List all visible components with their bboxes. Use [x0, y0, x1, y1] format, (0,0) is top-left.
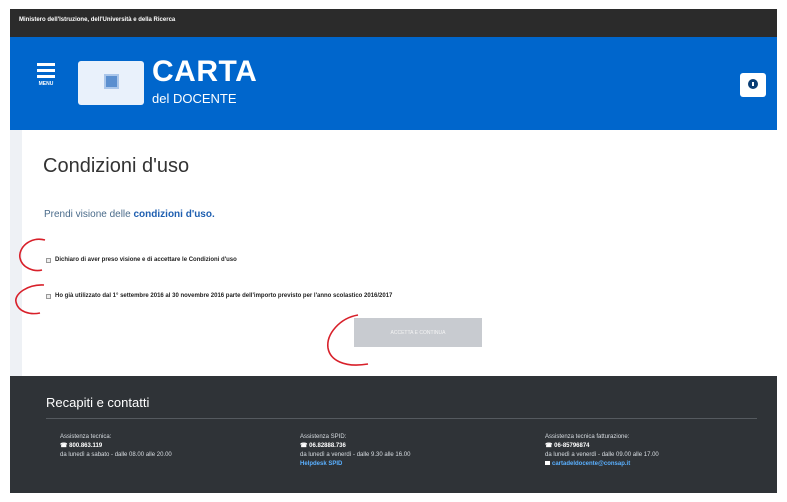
- email-link[interactable]: cartadeldocente@consap.it: [552, 461, 630, 467]
- contact-label: Assistenza tecnica fatturazione:: [545, 434, 630, 440]
- ministry-bar: Ministero dell'Istruzione, dell'Universi…: [10, 9, 777, 37]
- contact-billing: Assistenza tecnica fatturazione: ☎ 06-85…: [545, 433, 659, 469]
- already-used-checkbox[interactable]: [46, 293, 51, 299]
- site-footer: Recapiti e contatti Assistenza tecnica: …: [10, 376, 777, 493]
- menu-label: MENU: [38, 81, 54, 87]
- accept-continue-button[interactable]: ACCETTA E CONTINUA: [354, 318, 482, 347]
- helpdesk-spid-link[interactable]: Helpdesk SPID: [300, 460, 410, 469]
- contact-spid: Assistenza SPID: ☎ 06.82888.736 da luned…: [300, 433, 410, 469]
- page-title: Condizioni d'uso: [43, 155, 190, 177]
- terms-link[interactable]: condizioni d'uso.: [134, 209, 215, 220]
- already-used-row: Ho già utilizzato dal 1° settembre 2016 …: [46, 293, 392, 299]
- accept-terms-checkbox[interactable]: [46, 257, 51, 263]
- intro-label: Prendi visione delle: [44, 209, 131, 220]
- hamburger-icon: [37, 63, 55, 66]
- logo-title: CARTA: [152, 55, 258, 88]
- ministry-name: Ministero dell'Istruzione, dell'Universi…: [19, 17, 176, 23]
- email-icon: [545, 461, 550, 466]
- contact-hours: da lunedì a venerdì - dalle 09.00 alle 1…: [545, 452, 659, 458]
- contact-technical: Assistenza tecnica: ☎ 800.863.119 da lun…: [60, 433, 172, 460]
- contact-label: Assistenza tecnica:: [60, 434, 112, 440]
- accept-terms-row: Dichiaro di aver preso visione e di acce…: [46, 257, 237, 263]
- accept-terms-label: Dichiaro di aver preso visione e di acce…: [55, 257, 237, 263]
- user-icon: [748, 79, 758, 89]
- card-logo-icon: [78, 61, 144, 105]
- menu-button[interactable]: MENU: [37, 63, 55, 91]
- contact-hours: da lunedì a sabato - dalle 08.00 alle 20…: [60, 452, 172, 458]
- site-header: MENU CARTA del DOCENTE: [10, 37, 777, 130]
- already-used-label: Ho già utilizzato dal 1° settembre 2016 …: [55, 293, 393, 299]
- footer-title: Recapiti e contatti: [46, 395, 150, 410]
- contact-hours: da lunedì a venerdì - dalle 9.30 alle 16…: [300, 452, 411, 458]
- user-account-button[interactable]: [740, 73, 766, 97]
- intro-text: Prendi visione delle condizioni d'uso.: [44, 209, 215, 220]
- contact-phone[interactable]: ☎ 800.863.119: [60, 442, 172, 451]
- contact-phone[interactable]: ☎ 06.82888.736: [300, 442, 410, 451]
- contact-label: Assistenza SPID:: [300, 434, 347, 440]
- footer-divider: [46, 418, 757, 419]
- email-row: cartadeldocente@consap.it: [545, 460, 659, 469]
- hamburger-icon-bar: [37, 69, 55, 72]
- main-content: Condizioni d'uso Prendi visione delle co…: [10, 130, 777, 376]
- chip-icon: [104, 74, 119, 89]
- logo-subtitle: del DOCENTE: [152, 91, 237, 106]
- hamburger-icon-bar: [37, 75, 55, 78]
- contact-phone[interactable]: ☎ 06-85796874: [545, 442, 659, 451]
